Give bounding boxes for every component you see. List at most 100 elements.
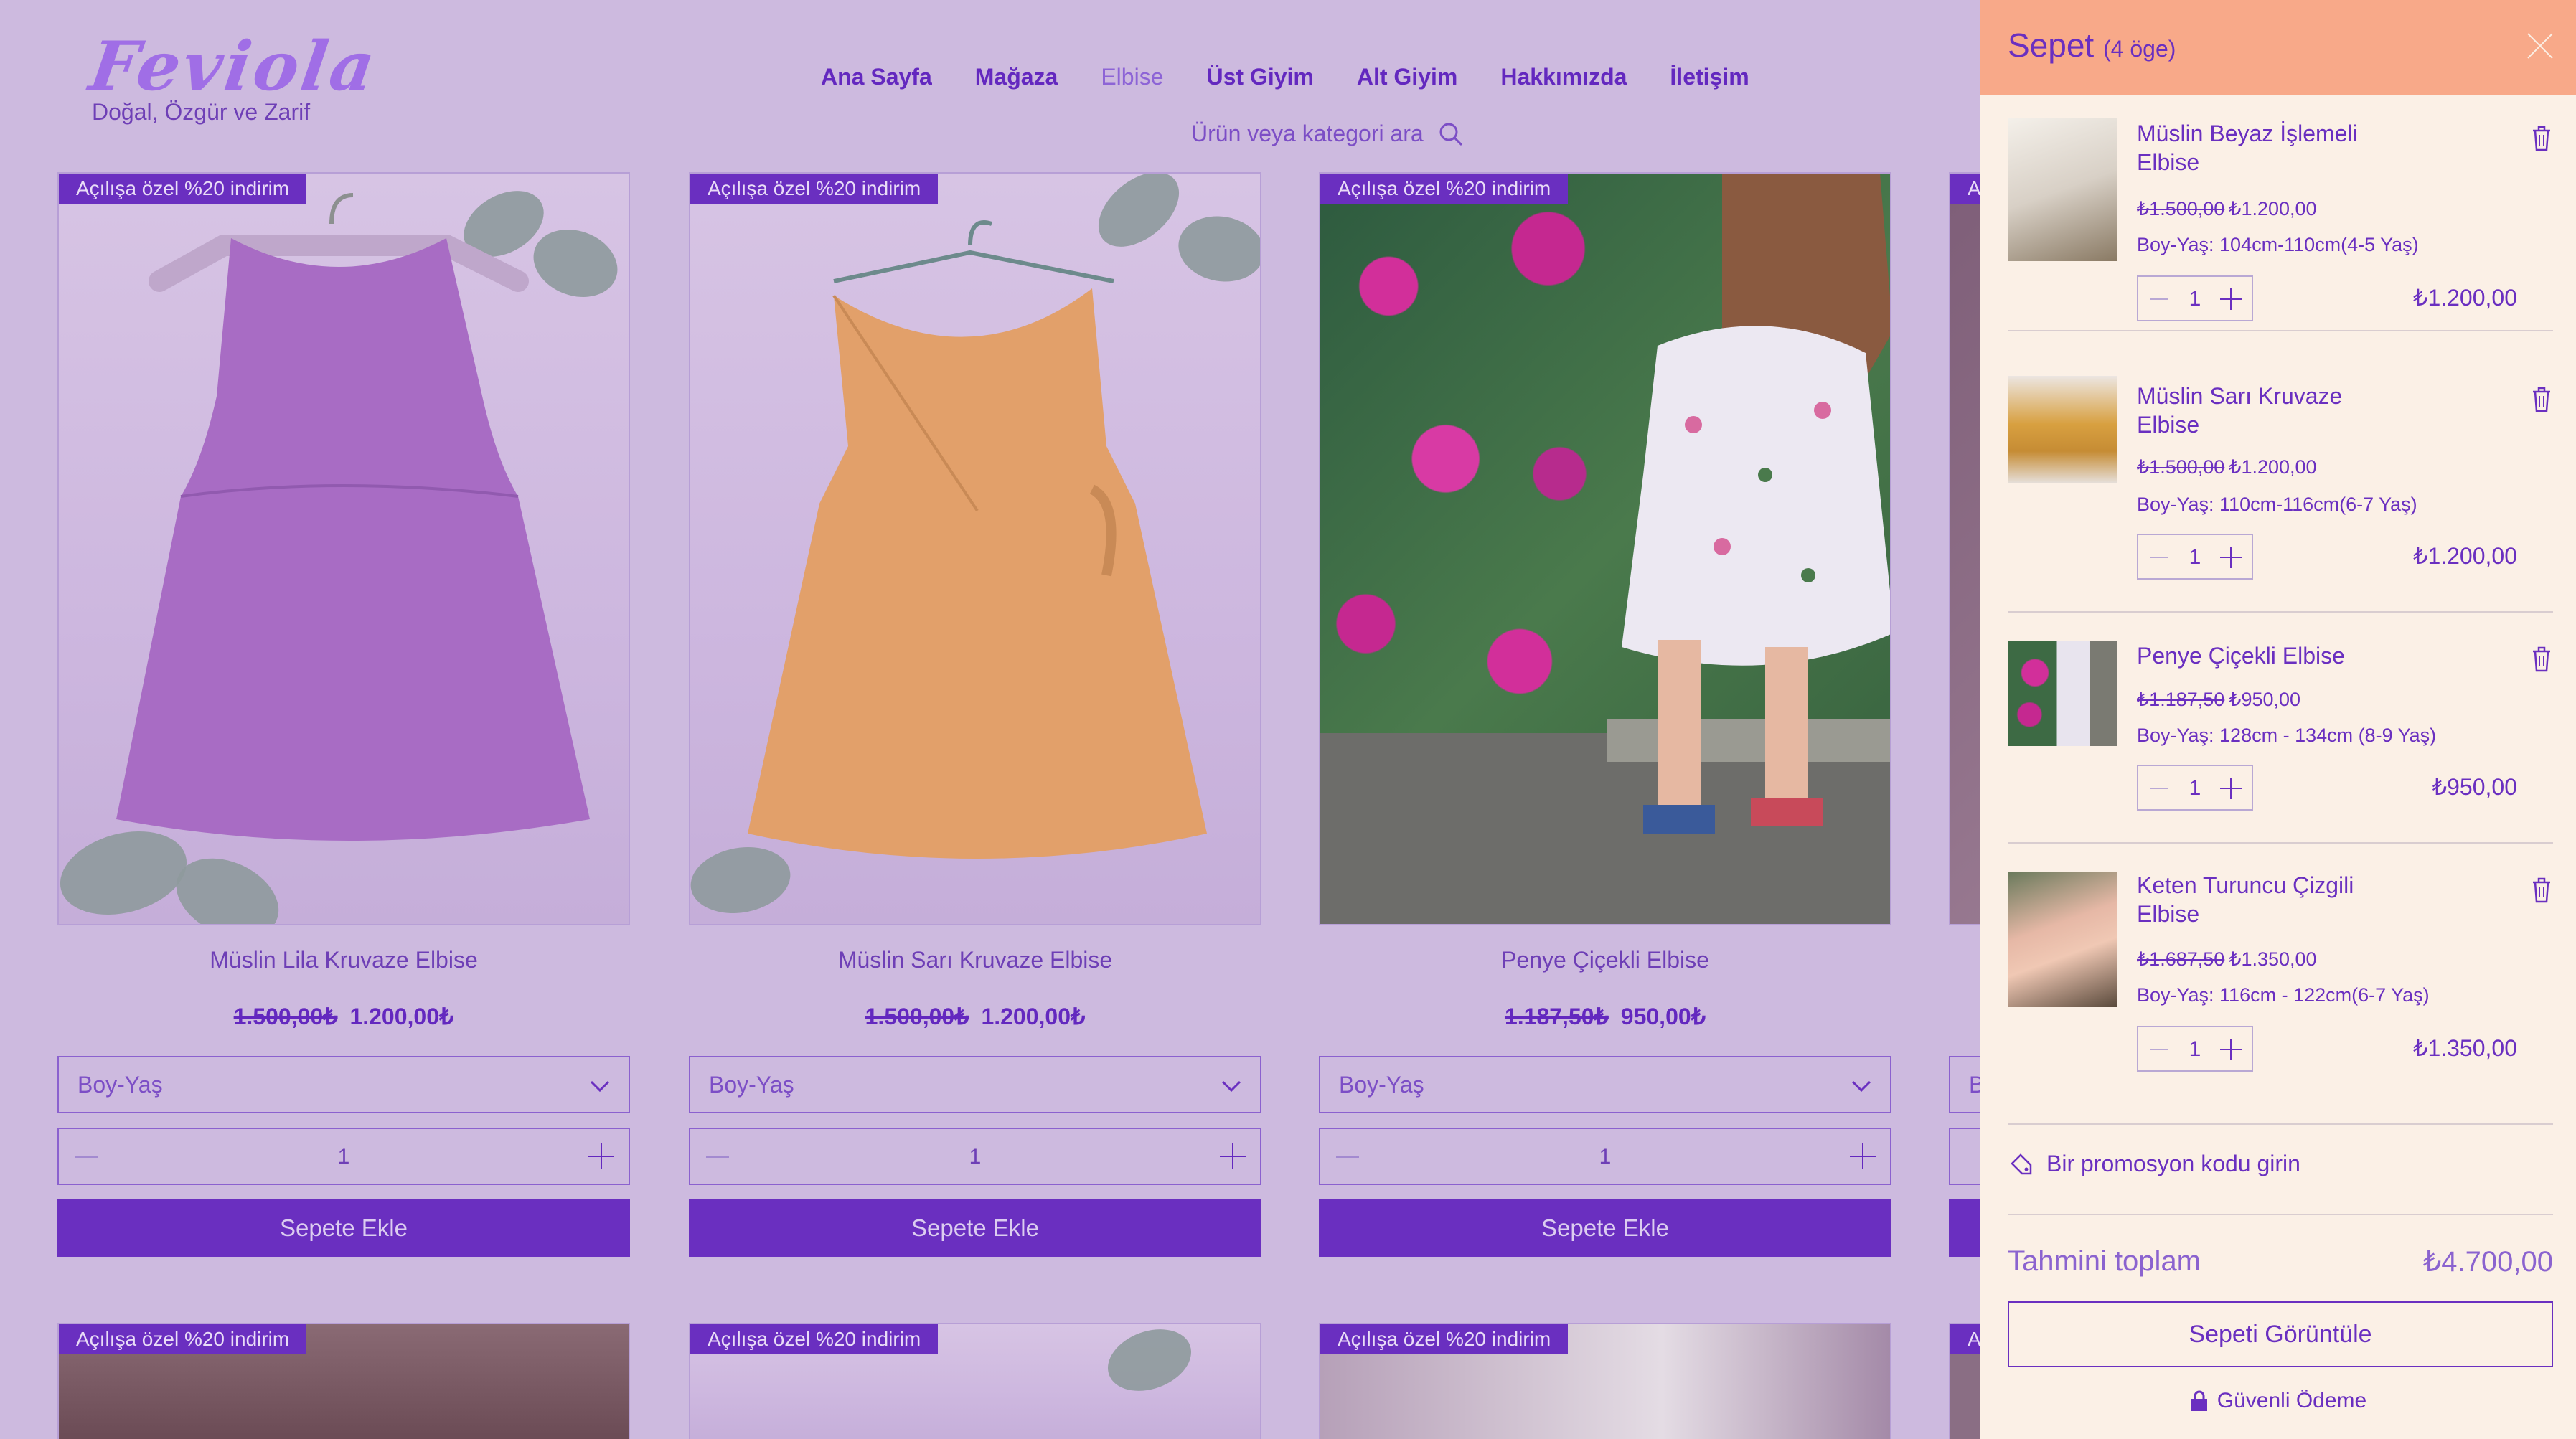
cart-item-sale-price: ₺1.350,00 [2229,948,2317,970]
quantity-stepper[interactable] [1949,1128,1980,1185]
quantity-stepper[interactable]: 1 [57,1128,630,1185]
plus-icon[interactable] [2220,778,2242,799]
lock-icon [2191,1390,2207,1411]
product-image[interactable]: A [1949,1323,1980,1439]
plus-icon[interactable] [2220,1039,2242,1060]
discount-badge: Açılışa özel %20 indirim [1950,174,1980,204]
product-image[interactable]: Açılışa özel %20 indirim [1949,172,1980,925]
nav-item-ust-giyim[interactable]: Üst Giyim [1206,64,1313,90]
product-image[interactable]: Açılışa özel %20 indirim [689,1323,1261,1439]
cart-item-sale-price: ₺950,00 [2229,689,2301,710]
secure-checkout: Güvenli Ödeme [1980,1389,2576,1413]
cart-item-option: Boy-Yaş: 128cm - 134cm (8-9 Yaş) [2137,725,2437,746]
cart-item-image[interactable] [2008,872,2117,1007]
trash-icon[interactable] [2530,644,2553,673]
nav-item-elbise[interactable]: Elbise [1101,64,1163,90]
sale-price: 950,00₺ [1620,1004,1706,1029]
size-select[interactable]: B [1949,1056,1980,1113]
cart-item-image[interactable] [2008,118,2117,261]
cart-quantity-stepper[interactable]: 1 [2137,275,2253,321]
search-input[interactable]: Ürün veya kategori ara [1191,121,1424,147]
cart-item-image[interactable] [2008,641,2117,746]
cart-item-price: ₺1.500,00 ₺1.200,00 [2137,198,2317,220]
product-name[interactable]: Penye Çiçekli Elbise [1319,947,1891,973]
cart-item-image[interactable] [2008,376,2117,483]
add-to-cart-button[interactable]: Sepete Ekle [57,1199,630,1257]
secure-checkout-label: Güvenli Ödeme [2217,1389,2367,1412]
plus-icon[interactable] [1220,1143,1246,1169]
product-card: Açılışa özel %20 indirim [57,1323,630,1439]
close-icon[interactable] [2526,32,2554,60]
cart-item-price: ₺1.687,50 ₺1.350,00 [2137,948,2317,971]
cart-item-option: Boy-Yaş: 116cm - 122cm(6-7 Yaş) [2137,984,2430,1006]
view-cart-button[interactable]: Sepeti Görüntüle [2008,1301,2553,1367]
product-price: 1.500,00₺ 1.200,00₺ [57,1003,630,1032]
product-card: Açılışa özel %20 indirim B [1949,172,1980,1257]
cart-item-sale-price: ₺1.200,00 [2229,198,2317,220]
plus-icon[interactable] [2220,547,2242,568]
search-bar[interactable]: Ürün veya kategori ara [1191,121,1464,147]
cart-quantity-stepper[interactable]: 1 [2137,1026,2253,1072]
quantity-value[interactable]: 1 [690,1145,1260,1169]
discount-badge: Açılışa özel %20 indirim [1320,174,1569,204]
size-select[interactable]: Boy-Yaş [1319,1056,1891,1113]
discount-badge: Açılışa özel %20 indirim [690,1324,939,1354]
cart-item-name[interactable]: Müslin Beyaz İşlemeli Elbise [2137,119,2374,176]
add-to-cart-button[interactable]: Sepete Ekle [1319,1199,1891,1257]
old-price: 1.500,00₺ [233,1004,338,1029]
add-to-cart-button[interactable]: Sepete Ekle [689,1199,1261,1257]
quantity-stepper[interactable]: 1 [1319,1128,1891,1185]
cart-item-name[interactable]: Keten Turuncu Çizgili Elbise [2137,871,2374,928]
cart-quantity-stepper[interactable]: 1 [2137,534,2253,580]
product-name[interactable]: Müslin Lila Kruvaze Elbise [57,947,630,973]
product-card: Açılışa özel %20 indirim [689,1323,1261,1439]
product-image[interactable]: Açılışa özel %20 indirim [57,172,630,925]
quantity-stepper[interactable]: 1 [689,1128,1261,1185]
chevron-down-icon [1221,1080,1241,1093]
size-select[interactable]: Boy-Yaş [57,1056,630,1113]
discount-badge: Açılışa özel %20 indirim [1320,1324,1569,1354]
add-to-cart-button[interactable] [1949,1199,1980,1257]
product-card: Açılışa özel %20 indirim Penye Çiçekli E… [1319,172,1891,1257]
quantity-value[interactable]: 1 [59,1145,629,1169]
product-image[interactable]: Açılışa özel %20 indirim [1319,1323,1891,1439]
tagline: Doğal, Özgür ve Zarif [92,99,311,125]
search-icon[interactable] [1438,121,1464,147]
trash-icon[interactable] [2530,384,2553,413]
logo[interactable]: Feviola [85,27,382,106]
nav-item-alt-giyim[interactable]: Alt Giyim [1357,64,1457,90]
cart-item-option: Boy-Yaş: 104cm-110cm(4-5 Yaş) [2137,234,2419,255]
nav-item-iletisim[interactable]: İletişim [1670,64,1749,90]
cart-quantity-stepper[interactable]: 1 [2137,765,2253,811]
nav-item-hakkimizda[interactable]: Hakkımızda [1500,64,1627,90]
product-name[interactable]: Müslin Sarı Kruvaze Elbise [689,947,1261,973]
product-image[interactable]: Açılışa özel %20 indirim [1319,172,1891,925]
cart-item: Penye Çiçekli Elbise ₺1.187,50 ₺950,00 Bo… [2008,613,2553,844]
trash-icon[interactable] [2530,875,2553,904]
trash-icon[interactable] [2530,123,2553,152]
product-image[interactable]: Açılışa özel %20 indirim [689,172,1261,925]
plus-icon[interactable] [1850,1143,1876,1169]
product-image[interactable]: Açılışa özel %20 indirim [57,1323,630,1439]
cart-item: Müslin Beyaz İşlemeli Elbise ₺1.500,00 ₺1… [2008,95,2553,331]
chevron-down-icon [590,1080,610,1093]
nav-item-ana-sayfa[interactable]: Ana Sayfa [821,64,932,90]
plus-icon[interactable] [588,1143,614,1169]
size-select-label: Boy-Yaş [1339,1072,1424,1098]
cart-item-total: ₺1.200,00 [2413,285,2517,311]
cart-header: Sepet (4 öge) [1980,0,2576,95]
cart-item-name[interactable]: Müslin Sarı Kruvaze Elbise [2137,382,2374,439]
size-select[interactable]: Boy-Yaş [689,1056,1261,1113]
chevron-down-icon [1851,1080,1871,1093]
quantity-value[interactable]: 1 [1320,1145,1890,1169]
plus-icon[interactable] [2220,288,2242,310]
discount-badge: Açılışa özel %20 indirim [59,1324,307,1354]
product-card: Açılışa özel %20 indirim Müslin Sarı Kru… [689,172,1261,1257]
discount-badge: Açılışa özel %20 indirim [59,174,307,204]
promo-code-label[interactable]: Bir promosyon kodu girin [2046,1151,2300,1177]
nav-item-magaza[interactable]: Mağaza [975,64,1058,90]
cart-item-name[interactable]: Penye Çiçekli Elbise [2137,641,2374,670]
promo-code-link[interactable]: Bir promosyon kodu girin [2009,1151,2300,1177]
product-card: Açılışa özel %20 indirim Müslin Lila Kru… [57,172,630,1257]
cart-item-total: ₺950,00 [2432,774,2517,800]
